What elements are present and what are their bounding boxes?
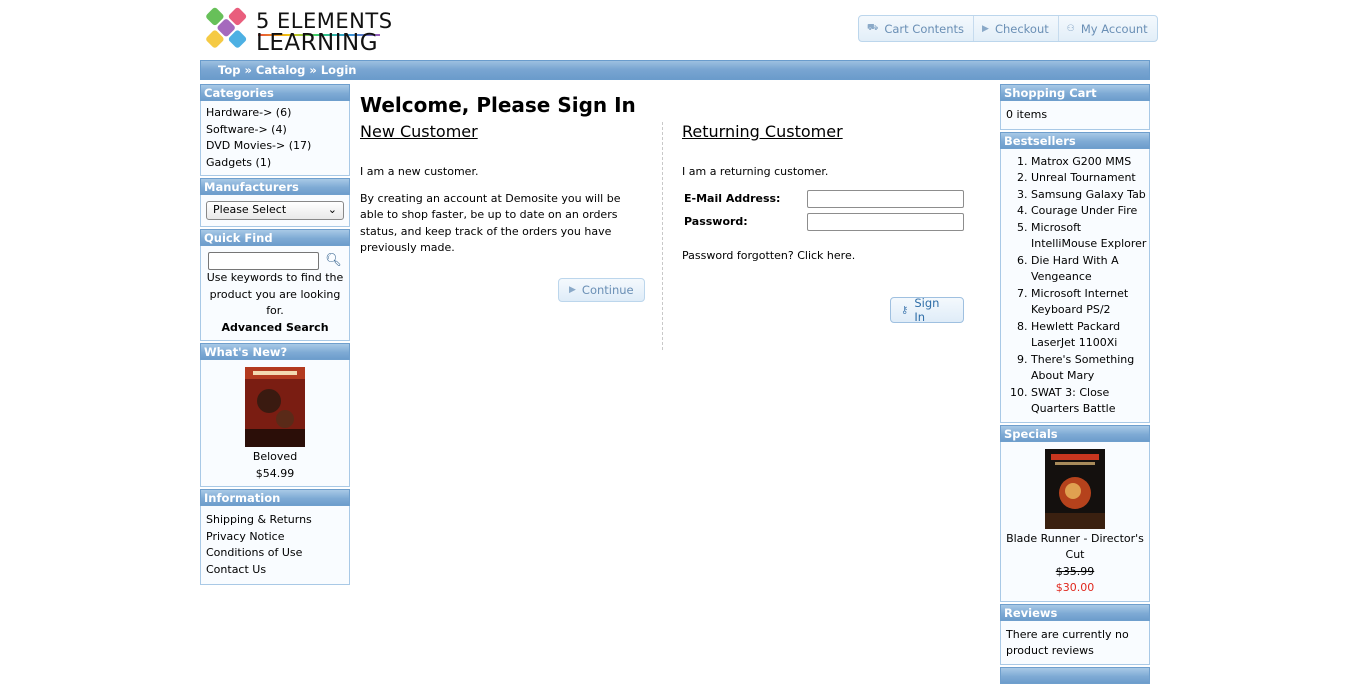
email-row: E-Mail Address:	[682, 189, 964, 208]
reviews-text: There are currently no product reviews	[1006, 627, 1129, 658]
reviews-box: There are currently no product reviews	[1000, 620, 1150, 665]
logo-mark-icon	[206, 7, 247, 48]
page-title: Welcome, Please Sign In	[360, 93, 636, 117]
information-link[interactable]: Conditions of Use	[206, 545, 344, 562]
logo-line-2: LEARNING	[256, 30, 379, 56]
checkout-button[interactable]: ▶ Checkout	[974, 16, 1059, 41]
specials-heading[interactable]: Specials	[1000, 424, 1150, 442]
bestseller-item[interactable]: Microsoft IntelliMouse Explorer	[1031, 220, 1147, 253]
triangle-right-icon: ▶	[569, 285, 576, 295]
my-account-label: My Account	[1080, 21, 1148, 36]
bestseller-item[interactable]: Courage Under Fire	[1031, 203, 1147, 220]
returning-customer-section: Returning Customer I am a returning cust…	[682, 122, 964, 324]
bestseller-item[interactable]: There's Something About Mary	[1031, 352, 1147, 385]
password-row: Password:	[682, 212, 964, 231]
email-label: E-Mail Address:	[684, 192, 781, 205]
whats-new-product-price: $54.99	[255, 466, 295, 480]
sign-in-label: Sign In	[914, 296, 940, 324]
bestseller-item[interactable]: Hewlett Packard LaserJet 1100Xi	[1031, 319, 1147, 352]
left-column: Categories Hardware-> (6) Software-> (4)…	[200, 84, 350, 587]
triangle-right-icon: ▶	[982, 23, 989, 34]
bestseller-item[interactable]: Matrox G200 MMS	[1031, 154, 1147, 171]
chevron-down-icon: ⌄	[327, 203, 337, 217]
my-account-button[interactable]: ⚇ My Account	[1059, 16, 1157, 41]
quick-find-help: Use keywords to find the product you are…	[206, 271, 344, 317]
continue-label: Continue	[581, 283, 634, 297]
specials-box: Blade Runner - Director's Cut $35.99 $30…	[1000, 441, 1150, 602]
breadcrumb[interactable]: Top » Catalog » Login	[201, 61, 1149, 79]
password-forgotten-link[interactable]: Password forgotten? Click here.	[682, 248, 964, 265]
manufacturer-select-value: Please Select	[213, 203, 287, 217]
bestsellers-list: Matrox G200 MMS Unreal Tournament Samsun…	[1006, 154, 1147, 418]
special-new-price: $30.00	[1055, 581, 1095, 594]
manufacturers-box: Please Select ⌄	[200, 195, 350, 227]
page-wrapper: 5 ELEMENTS LEARNING ⛟ Cart Contents ▶ Ch…	[200, 0, 1158, 684]
quick-find-heading: Quick Find	[200, 229, 350, 246]
bestseller-item[interactable]: Die Hard With A Vengeance	[1031, 253, 1147, 286]
information-link[interactable]: Contact Us	[206, 562, 344, 579]
store-logo[interactable]: 5 ELEMENTS LEARNING	[202, 5, 392, 59]
cart-status: 0 items	[1006, 108, 1048, 121]
bestseller-item[interactable]: Samsung Galaxy Tab	[1031, 187, 1147, 204]
advanced-search-link[interactable]: Advanced Search	[206, 320, 344, 337]
whats-new-heading: What's New?	[200, 343, 350, 360]
cart-contents-button[interactable]: ⛟ Cart Contents	[859, 16, 975, 41]
password-field[interactable]	[807, 212, 964, 231]
header-nav: ⛟ Cart Contents ▶ Checkout ⚇ My Account	[858, 15, 1158, 42]
bestseller-item[interactable]: Microsoft Internet Keyboard PS/2	[1031, 286, 1147, 319]
breadcrumb-bar: Top » Catalog » Login	[200, 60, 1150, 80]
information-heading: Information	[200, 489, 350, 506]
category-link[interactable]: Hardware-> (6)	[206, 105, 344, 122]
right-column: Shopping Cart 0 items Bestsellers Matrox…	[1000, 84, 1150, 684]
returning-customer-intro: I am a returning customer.	[682, 165, 829, 178]
bestsellers-box: Matrox G200 MMS Unreal Tournament Samsun…	[1000, 148, 1150, 423]
bestseller-item[interactable]: SWAT 3: Close Quarters Battle	[1031, 385, 1147, 418]
cart-contents-label: Cart Contents	[884, 21, 965, 36]
new-customer-title: New Customer	[360, 122, 478, 141]
bestseller-item[interactable]: Unreal Tournament	[1031, 170, 1147, 187]
whats-new-box: Beloved $54.99	[200, 360, 350, 487]
shopping-cart-heading[interactable]: Shopping Cart	[1000, 84, 1150, 101]
categories-heading: Categories	[200, 84, 350, 101]
checkout-label: Checkout	[994, 21, 1049, 36]
category-link[interactable]: Software-> (4)	[206, 122, 344, 139]
next-box-heading	[1000, 666, 1150, 684]
manufacturers-heading: Manufacturers	[200, 178, 350, 195]
information-link[interactable]: Shipping & Returns	[206, 512, 344, 529]
search-icon[interactable]: 🔍︎	[325, 253, 342, 270]
returning-customer-title: Returning Customer	[682, 122, 843, 141]
person-icon: ⚇	[1066, 23, 1075, 34]
password-label: Password:	[684, 215, 748, 228]
search-input[interactable]	[208, 252, 320, 270]
new-customer-section: New Customer I am a new customer. By cre…	[360, 122, 645, 302]
categories-box: Hardware-> (6) Software-> (4) DVD Movies…	[200, 101, 350, 176]
new-customer-intro: I am a new customer.	[360, 165, 479, 178]
sign-in-button[interactable]: ⚷ Sign In	[890, 296, 964, 324]
new-customer-body: By creating an account at Demosite you w…	[360, 191, 621, 255]
special-product-name[interactable]: Blade Runner - Director's Cut	[1006, 531, 1144, 564]
email-field[interactable]	[807, 189, 964, 208]
key-icon: ⚷	[901, 304, 909, 316]
continue-button[interactable]: ▶ Continue	[558, 278, 645, 302]
information-link[interactable]: Privacy Notice	[206, 529, 344, 546]
information-box: Shipping & Returns Privacy Notice Condit…	[200, 506, 350, 585]
manufacturer-select[interactable]: Please Select ⌄	[206, 201, 344, 220]
cart-icon: ⛟	[867, 23, 879, 33]
main-content: Welcome, Please Sign In New Customer I a…	[360, 84, 990, 350]
special-old-price: $35.99	[1055, 564, 1095, 578]
blade-runner-product-image[interactable]	[1045, 448, 1105, 529]
beloved-product-image[interactable]	[245, 367, 305, 447]
category-link[interactable]: DVD Movies-> (17)	[206, 138, 344, 155]
quick-find-box: 🔍︎ Use keywords to find the product you …	[200, 246, 350, 341]
bestsellers-heading: Bestsellers	[1000, 131, 1150, 149]
reviews-heading[interactable]: Reviews	[1000, 603, 1150, 621]
category-link[interactable]: Gadgets (1)	[206, 155, 344, 172]
section-divider	[662, 122, 663, 350]
shopping-cart-box: 0 items	[1000, 101, 1150, 130]
whats-new-product-name[interactable]: Beloved	[206, 449, 344, 466]
